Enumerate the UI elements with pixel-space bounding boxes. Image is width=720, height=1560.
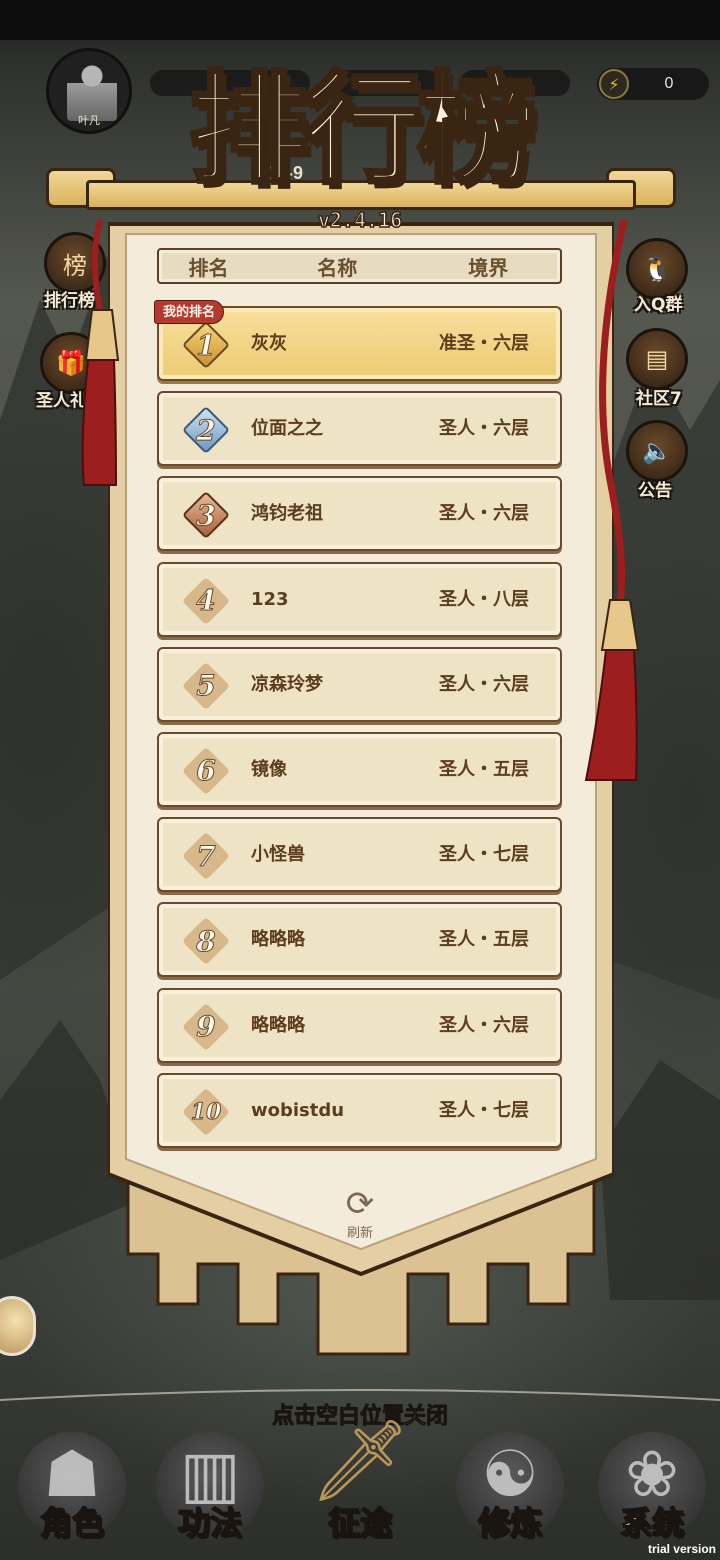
header-rank: 排名 (188, 255, 229, 280)
header-realm: 境界 (468, 255, 509, 280)
rank-number: 5 (196, 669, 216, 703)
leaderboard-row-10[interactable]: 10 wobistdu 圣人・七层 (157, 1072, 562, 1148)
realm-cell: 圣人・六层 (439, 418, 529, 440)
bottom-nav: ☗ 角色 ▥ 功法 🗡 征途 ☯ 修炼 ❀ 系统 (0, 1414, 720, 1560)
sword-icon: 🗡 (309, 1414, 411, 1507)
nav-cultivate-label: 修炼 (477, 1503, 543, 1543)
leaderboard-row-6[interactable]: 6 镜像 圣人・五层 (157, 731, 562, 807)
nav-skills-label: 功法 (177, 1503, 243, 1543)
my-rank-tag: 我的排名 (154, 300, 225, 324)
leaderboard-title: 排行榜 (187, 58, 539, 202)
rank-number: 2 (196, 413, 216, 447)
rank-number: 3 (196, 498, 216, 532)
rank-badge-icon: 6 (181, 746, 231, 795)
leaderboard-header: 排名 名称 境界 (157, 248, 562, 284)
leaderboard-row-9[interactable]: 9 略略略 圣人・六层 (157, 987, 562, 1063)
leaderboard-rows: 我的排名 1 灰灰 准圣・六层 2 位面之之 圣人・六层 3 鸿钧老祖 圣人・六… (154, 300, 562, 1158)
realm-cell: 圣人・七层 (439, 844, 529, 866)
player-name-cell: wobistdu (251, 1099, 345, 1121)
rank-number: 6 (196, 754, 216, 788)
rank-badge-icon: 9 (181, 1002, 231, 1051)
player-name-cell: 位面之之 (251, 418, 323, 440)
leaderboard-row-5[interactable]: 5 凉森玲梦 圣人・六层 (157, 646, 562, 722)
energy-counter[interactable]: ⚡ 0 (597, 68, 709, 100)
version-label: v2.4.16 (317, 207, 403, 233)
rank-number: 9 (196, 1010, 216, 1044)
tassel-right (584, 220, 640, 781)
player-name-cell: 灰灰 (251, 333, 287, 354)
realm-cell: 圣人・五层 (439, 758, 529, 780)
realm-cell: 圣人・六层 (439, 503, 529, 525)
rank-number: 1 (196, 328, 216, 362)
player-name-cell: 鸿钧老祖 (251, 503, 323, 525)
player-name-cell: 略略略 (251, 1014, 305, 1036)
nav-cultivate[interactable]: ☯ 修炼 (450, 1420, 570, 1560)
refresh-label: 刷新 (346, 1226, 373, 1241)
refresh-button[interactable]: ⟳ 刷新 (330, 1186, 390, 1242)
realm-cell: 圣人・六层 (439, 673, 529, 695)
realm-cell: 圣人・七层 (439, 1099, 529, 1121)
rank-number: 8 (196, 924, 216, 958)
leaderboard-row-2[interactable]: 2 位面之之 圣人・六层 (157, 391, 562, 467)
lightning-icon: ⚡ (599, 69, 629, 99)
player-name: 叶凡 (78, 114, 100, 127)
player-name-cell: 镜像 (251, 758, 287, 780)
nav-character-label: 角色 (39, 1503, 105, 1543)
player-name-cell: 123 (251, 588, 289, 610)
realm-cell: 准圣・六层 (439, 333, 529, 354)
silver-rank-badge-icon: 2 (181, 406, 231, 455)
nav-system-label: 系统 (619, 1503, 685, 1543)
nav-journey-label: 征途 (327, 1503, 393, 1543)
nav-skills[interactable]: ▥ 功法 (150, 1420, 270, 1560)
realm-cell: 圣人・五层 (439, 929, 529, 951)
leaderboard-row-4[interactable]: 4 123 圣人・八层 (157, 561, 562, 637)
tassel-left (81, 220, 120, 486)
leaderboard-row-8[interactable]: 8 略略略 圣人・五层 (157, 902, 562, 978)
realm-cell: 圣人・八层 (439, 588, 529, 610)
watermark: trial version (647, 1542, 716, 1556)
refresh-icon: ⟳ (345, 1184, 375, 1224)
leaderboard-row-3[interactable]: 3 鸿钧老祖 圣人・六层 (157, 476, 562, 552)
bronze-rank-badge-icon: 3 (181, 491, 231, 540)
gold-rank-badge-icon: 1 (181, 320, 231, 370)
energy-value: 0 (664, 75, 674, 92)
rank-badge-icon: 8 (181, 917, 231, 966)
rank-badge-icon: 7 (181, 832, 231, 881)
nav-journey[interactable]: 🗡 征途 (300, 1414, 420, 1560)
nav-character[interactable]: ☗ 角色 (12, 1420, 132, 1560)
rank-number: 4 (196, 584, 216, 618)
leaderboard-row-7[interactable]: 7 小怪兽 圣人・七层 (157, 817, 562, 893)
player-name-cell: 凉森玲梦 (251, 673, 323, 695)
nav-system[interactable]: ❀ 系统 (592, 1420, 712, 1560)
player-name-cell: 小怪兽 (251, 844, 305, 866)
header-name: 名称 (317, 255, 358, 280)
rank-badge-icon: 4 (181, 576, 231, 625)
rank-number: 7 (196, 839, 216, 873)
rank-number: 10 (190, 1098, 222, 1125)
rank-badge-icon: 5 (181, 661, 231, 710)
player-name-cell: 略略略 (251, 929, 305, 951)
leaderboard-row-1[interactable]: 我的排名 1 灰灰 准圣・六层 (154, 300, 562, 381)
status-bar (0, 0, 720, 40)
player-avatar[interactable]: 叶凡 (46, 48, 132, 134)
floating-avatar-button[interactable] (0, 1296, 36, 1356)
realm-cell: 圣人・六层 (439, 1014, 529, 1036)
rank-badge-icon: 10 (181, 1087, 231, 1136)
